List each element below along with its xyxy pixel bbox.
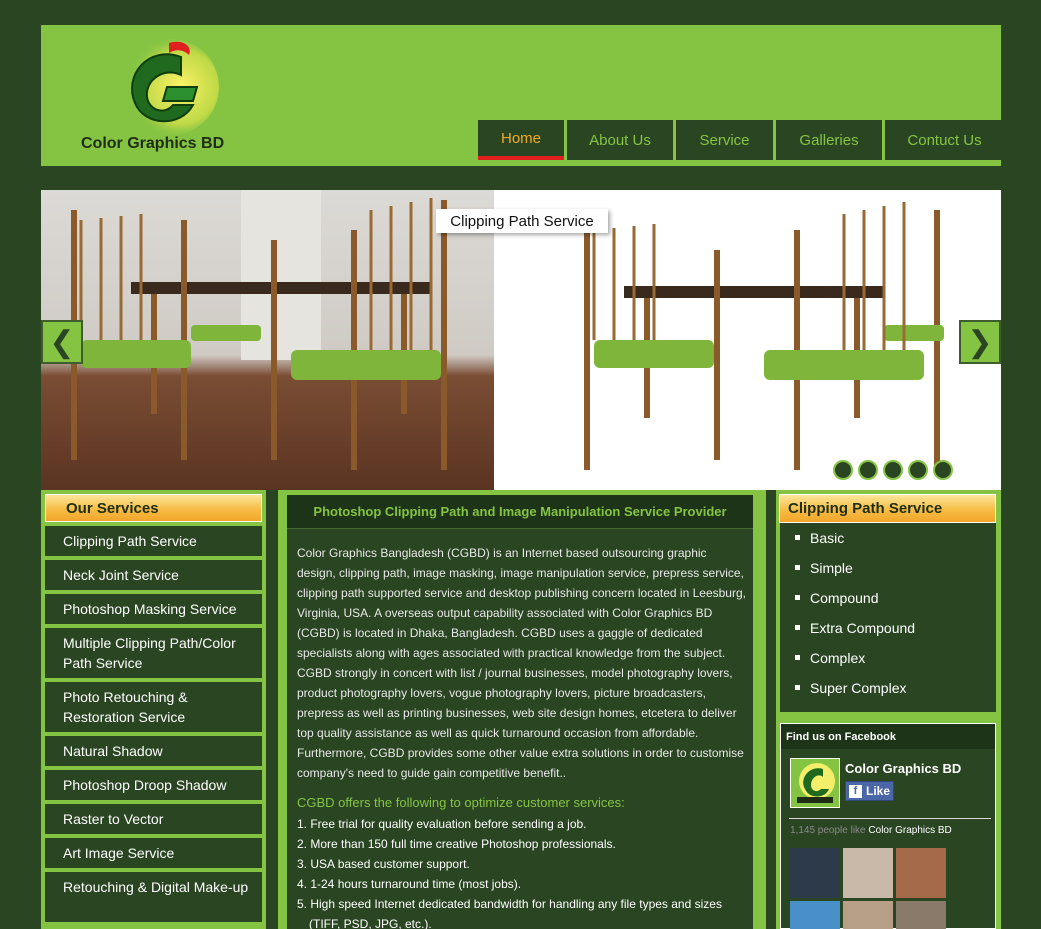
content-title: Photoshop Clipping Path and Image Manipu… — [287, 495, 753, 529]
fan-photo-4[interactable] — [790, 901, 840, 929]
facebook-page-avatar[interactable] — [790, 758, 840, 808]
slider-next-button[interactable]: ❯ — [959, 320, 1001, 364]
service-item-raster-to-vector[interactable]: Raster to Vector — [45, 804, 262, 834]
content-panel: Photoshop Clipping Path and Image Manipu… — [287, 495, 753, 929]
offer-item: 3. USA based customer support. — [297, 857, 470, 871]
logo-text: Color Graphics BD — [81, 135, 225, 152]
clipping-type-simple[interactable]: Simple — [780, 558, 996, 588]
service-item-clipping-path[interactable]: Clipping Path Service — [45, 526, 262, 556]
service-item-neck-joint[interactable]: Neck Joint Service — [45, 560, 262, 590]
our-services-title: Our Services — [45, 494, 262, 522]
service-item-art-image[interactable]: Art Image Service — [45, 838, 262, 868]
clipping-types-list: Basic Simple Compound Extra Compound Com… — [780, 523, 996, 712]
service-item-retouching-makeup[interactable]: Retouching & Digital Make-up — [45, 872, 262, 922]
our-services-sidebar: Our Services Clipping Path Service Neck … — [41, 490, 266, 929]
clipping-type-extra-compound[interactable]: Extra Compound — [780, 618, 996, 648]
offer-item: 5. High speed Internet dedicated bandwid… — [297, 897, 722, 929]
slider-dot-5[interactable] — [933, 460, 953, 480]
slider-dot-1[interactable] — [833, 460, 853, 480]
offer-item: 1. Free trial for quality evaluation bef… — [297, 817, 587, 831]
right-sidebar: Clipping Path Service Basic Simple Compo… — [776, 490, 1001, 929]
like-label: Like — [866, 784, 891, 798]
color-graphics-logo-icon — [123, 39, 219, 135]
chevron-right-icon: ❯ — [967, 325, 993, 359]
clipping-type-super-complex[interactable]: Super Complex — [780, 678, 996, 708]
fan-photo-5[interactable] — [843, 901, 893, 929]
site-logo[interactable]: Color Graphics BD — [69, 35, 259, 160]
facebook-page-name[interactable]: Color Graphics BD — [845, 761, 961, 776]
slide-image-after — [494, 190, 1001, 490]
bullet-icon — [795, 655, 800, 660]
facebook-widget: Find us on Facebook Color Graphics BD f … — [780, 723, 996, 929]
slide-caption: Clipping Path Service — [436, 209, 608, 233]
offer-list: 1. Free trial for quality evaluation bef… — [297, 814, 747, 929]
service-item-droop-shadow[interactable]: Photoshop Droop Shadow — [45, 770, 262, 800]
clipping-path-service-title: Clipping Path Service — [779, 494, 996, 523]
clipping-type-basic[interactable]: Basic — [780, 528, 996, 558]
clipping-type-label: Extra Compound — [810, 620, 916, 636]
offer-heading: CGBD offers the following to optimize cu… — [297, 795, 625, 810]
image-slider: Clipping Path Service ❮ ❯ — [41, 190, 1001, 490]
nav-contuct-us[interactable]: Contuct Us — [885, 120, 1004, 160]
slider-prev-button[interactable]: ❮ — [41, 320, 83, 364]
like-count-text: 1,145 people like — [790, 825, 866, 836]
service-item-photoshop-masking[interactable]: Photoshop Masking Service — [45, 594, 262, 624]
nav-service[interactable]: Service — [676, 120, 773, 160]
main-nav: Home About Us Service Galleries Contuct … — [478, 120, 1004, 160]
bullet-icon — [795, 595, 800, 600]
bullet-icon — [795, 685, 800, 690]
color-graphics-logo-icon — [797, 763, 835, 803]
fan-photo-3[interactable] — [896, 848, 946, 898]
dining-set-photo — [71, 190, 447, 470]
service-item-photo-retouching[interactable]: Photo Retouching & Restoration Service — [45, 682, 262, 732]
facebook-widget-header: Find us on Facebook — [781, 724, 995, 749]
slider-pagination — [828, 460, 953, 480]
slider-dot-4[interactable] — [908, 460, 928, 480]
clipping-type-complex[interactable]: Complex — [780, 648, 996, 678]
facebook-like-count: 1,145 people like Color Graphics BD — [790, 825, 952, 836]
bullet-icon — [795, 535, 800, 540]
chevron-left-icon: ❮ — [49, 325, 75, 359]
clipping-type-compound[interactable]: Compound — [780, 588, 996, 618]
clipping-type-label: Complex — [810, 650, 866, 666]
fan-photo-2[interactable] — [843, 848, 893, 898]
clipping-type-label: Super Complex — [810, 680, 907, 696]
intro-paragraph: Color Graphics Bangladesh (CGBD) is an I… — [297, 546, 746, 780]
site-header: Color Graphics BD Home About Us Service … — [41, 25, 1004, 166]
main-content: Photoshop Clipping Path and Image Manipu… — [278, 490, 766, 929]
facebook-icon: f — [849, 784, 862, 798]
service-item-natural-shadow[interactable]: Natural Shadow — [45, 736, 262, 766]
bullet-icon — [795, 565, 800, 570]
offer-item: 4. 1-24 hours turnaround time (most jobs… — [297, 877, 522, 891]
fan-photo-1[interactable] — [790, 848, 840, 898]
clipping-type-label: Basic — [810, 530, 845, 546]
nav-home[interactable]: Home — [478, 120, 564, 160]
offer-item: 2. More than 150 full time creative Phot… — [297, 837, 616, 851]
slider-dot-2[interactable] — [858, 460, 878, 480]
dining-set-clipped-photo — [584, 202, 944, 470]
slide-image-before — [41, 190, 494, 490]
divider — [789, 818, 991, 819]
clipping-type-label: Simple — [810, 560, 853, 576]
slider-dot-3[interactable] — [883, 460, 903, 480]
nav-galleries[interactable]: Galleries — [776, 120, 882, 160]
clipping-type-label: Compound — [810, 590, 879, 606]
bullet-icon — [795, 625, 800, 630]
facebook-fans-grid — [790, 848, 950, 929]
like-count-page-link[interactable]: Color Graphics BD — [868, 825, 951, 836]
fan-photo-6[interactable] — [896, 901, 946, 929]
service-item-multiple-clipping-path[interactable]: Multiple Clipping Path/Color Path Servic… — [45, 628, 262, 678]
facebook-like-button[interactable]: f Like — [845, 781, 894, 801]
nav-about-us[interactable]: About Us — [567, 120, 673, 160]
